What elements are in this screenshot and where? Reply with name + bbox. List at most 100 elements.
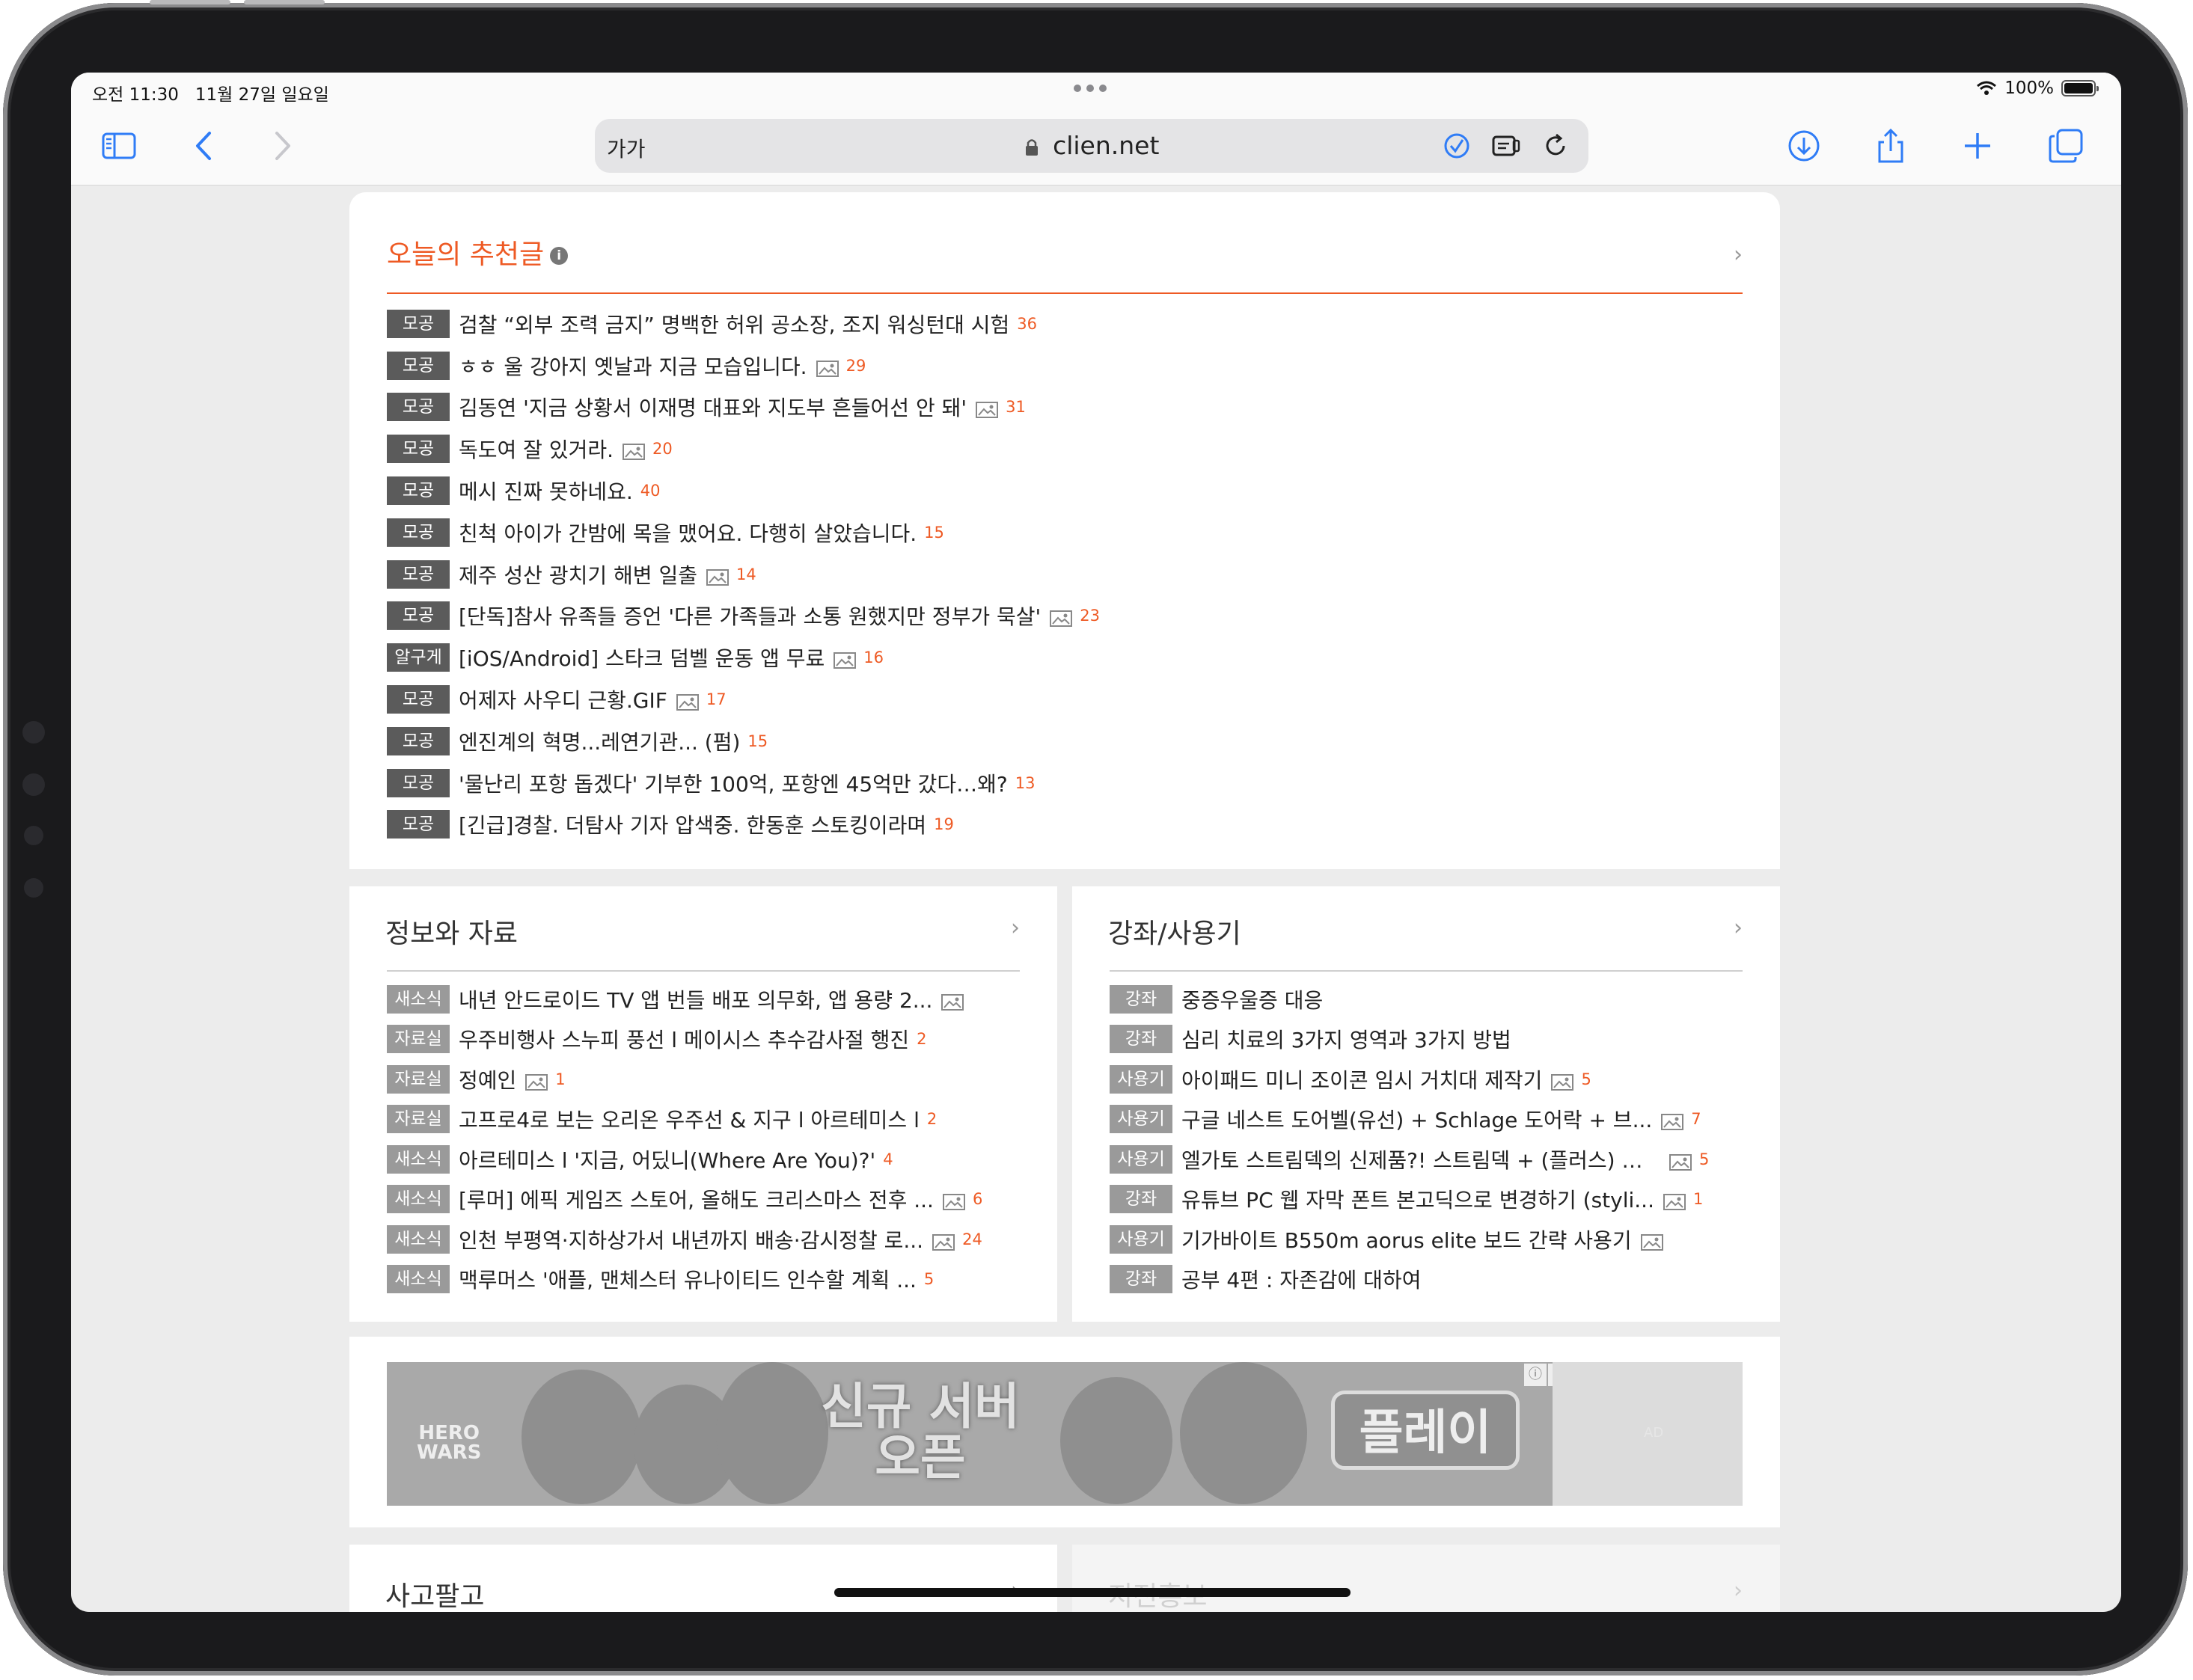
recommended-title-wrap[interactable]: 오늘의 추천글 i <box>387 233 569 272</box>
list-item[interactable]: 모공 [긴급]경찰. 더탐사 기자 압색중. 한동훈 스토킹이라며 19 <box>387 804 1100 846</box>
ad-close-icon[interactable]: ✕ <box>1548 1364 1553 1386</box>
category-tag[interactable]: 강좌 <box>1110 1265 1172 1294</box>
category-tag[interactable]: 강좌 <box>1110 1025 1172 1054</box>
category-tag[interactable]: 자료실 <box>387 1105 450 1134</box>
list-item[interactable]: 모공 [단독]참사 유족들 증언 '다른 가족들과 소통 원했지만 정부가 묵살'… <box>387 595 1100 637</box>
list-item[interactable]: 모공 ㅎㅎ 울 강아지 옛날과 지금 모습입니다. 29 <box>387 345 1100 387</box>
post-title-link[interactable]: 인천 부평역·지하상가서 내년까지 배송·감시정찰 로... <box>459 1224 923 1254</box>
ad-play-button[interactable]: 플레이 <box>1331 1391 1520 1470</box>
chevron-right-icon[interactable]: › <box>1734 1578 1743 1604</box>
lecture-section-title[interactable]: 강좌/사용기 <box>1108 912 1241 951</box>
category-tag[interactable]: 새소식 <box>387 1144 450 1174</box>
list-item[interactable]: 모공 엔진계의 혁명...레연기관... (펌) 15 <box>387 720 1100 762</box>
info-section-title[interactable]: 정보와 자료 <box>385 912 518 951</box>
category-tag[interactable]: 알구게 <box>387 643 450 672</box>
list-item[interactable]: 강좌 유튜브 PC 웹 자막 폰트 본고딕으로 변경하기 (styli... 1 <box>1110 1180 1709 1220</box>
category-tag[interactable]: 모공 <box>387 476 450 506</box>
list-item[interactable]: 모공 어제자 사우디 근황.GIF 17 <box>387 678 1100 720</box>
tabs-icon[interactable] <box>2043 123 2088 168</box>
list-item[interactable]: 강좌 공부 4편 : 자존감에 대하여 <box>1110 1260 1709 1300</box>
category-tag[interactable]: 모공 <box>387 601 450 631</box>
category-tag[interactable]: 자료실 <box>387 1064 450 1094</box>
list-item[interactable]: 모공 김동연 '지금 상황서 이재명 대표와 지도부 흔들어선 안 돼' 31 <box>387 387 1100 429</box>
back-icon[interactable] <box>182 123 227 168</box>
post-title-link[interactable]: 중증우울증 대응 <box>1181 984 1323 1014</box>
post-title-link[interactable]: [루머] 에픽 게임즈 스토어, 올해도 크리스마스 전후 ... <box>459 1184 934 1214</box>
chevron-right-icon[interactable]: › <box>1734 242 1743 268</box>
post-title-link[interactable]: 김동연 '지금 상황서 이재명 대표와 지도부 흔들어선 안 돼' <box>459 392 967 422</box>
list-item[interactable]: 사용기 기가바이트 B550m aorus elite 보드 간략 사용기 <box>1110 1219 1709 1260</box>
list-item[interactable]: 자료실 정예인 1 <box>387 1059 982 1100</box>
category-tag[interactable]: 새소식 <box>387 1265 450 1294</box>
post-title-link[interactable]: 메시 진짜 못하네요. <box>459 476 633 506</box>
chevron-right-icon[interactable]: › <box>1734 915 1743 941</box>
category-tag[interactable]: 모공 <box>387 810 450 839</box>
sidebar-icon[interactable] <box>97 123 141 168</box>
category-tag[interactable]: 새소식 <box>387 1185 450 1214</box>
list-item[interactable]: 사용기 구글 네스트 도어벨(유선) + Schlage 도어락 + 브... 7 <box>1110 1100 1709 1140</box>
extension-icon[interactable] <box>1440 129 1473 162</box>
category-tag[interactable]: 사용기 <box>1110 1224 1172 1254</box>
post-title-link[interactable]: 아이패드 미니 조이콘 임시 거치대 제작기 <box>1181 1064 1542 1094</box>
category-tag[interactable]: 강좌 <box>1110 1185 1172 1214</box>
category-tag[interactable]: 모공 <box>387 309 450 338</box>
post-title-link[interactable]: [단독]참사 유족들 증언 '다른 가족들과 소통 원했지만 정부가 묵살' <box>459 601 1041 631</box>
list-item[interactable]: 강좌 중증우울증 대응 <box>1110 979 1709 1020</box>
post-title-link[interactable]: 아르테미스 l '지금, 어딨니(Where Are You)?' <box>459 1144 875 1174</box>
list-item[interactable]: 새소식 맥루머스 '애플, 맨체스터 유나이티드 인수할 계획 ... 5 <box>387 1260 982 1300</box>
post-title-link[interactable]: 독도여 잘 있거라. <box>459 434 614 464</box>
list-item[interactable]: 모공 메시 진짜 못하네요. 40 <box>387 470 1100 512</box>
forward-icon[interactable] <box>260 123 305 168</box>
list-item[interactable]: 모공 독도여 잘 있거라. 20 <box>387 428 1100 470</box>
category-tag[interactable]: 사용기 <box>1110 1064 1172 1094</box>
post-title-link[interactable]: 우주비행사 스누피 풍선 l 메이시스 추수감사절 행진 <box>459 1024 909 1054</box>
post-title-link[interactable]: 공부 4편 : 자존감에 대하여 <box>1181 1264 1421 1294</box>
category-tag[interactable]: 사용기 <box>1110 1144 1172 1174</box>
post-title-link[interactable]: 어제자 사우디 근황.GIF <box>459 684 667 714</box>
post-title-link[interactable]: 엔진계의 혁명...레연기관... (펌) <box>459 726 740 756</box>
ad-info-icon[interactable]: ⓘ <box>1524 1364 1547 1386</box>
post-title-link[interactable]: 심리 치료의 3가지 영역과 3가지 방법 <box>1181 1024 1511 1054</box>
market-section-title[interactable]: 사고팔고 <box>385 1575 484 1612</box>
list-item[interactable]: 자료실 고프로4로 보는 오리온 우주선 & 지구 l 아르테미스 l 2 <box>387 1100 982 1140</box>
post-title-link[interactable]: 유튜브 PC 웹 자막 폰트 본고딕으로 변경하기 (styli... <box>1181 1184 1654 1214</box>
post-title-link[interactable]: 친척 아이가 간밤에 목을 맸어요. 다행히 살았습니다. <box>459 518 917 548</box>
address-bar[interactable]: 가가 clien.net <box>595 119 1588 173</box>
category-tag[interactable]: 사용기 <box>1110 1105 1172 1134</box>
category-tag[interactable]: 새소식 <box>387 984 450 1014</box>
list-item[interactable]: 사용기 아이패드 미니 조이콘 임시 거치대 제작기 5 <box>1110 1059 1709 1100</box>
reader-icon[interactable] <box>1490 129 1523 162</box>
list-item[interactable]: 모공 검찰 “외부 조력 금지” 명백한 허위 공소장, 조지 워싱턴대 시험 36 <box>387 303 1100 345</box>
category-tag[interactable]: 자료실 <box>387 1025 450 1054</box>
post-title-link[interactable]: 맥루머스 '애플, 맨체스터 유나이티드 인수할 계획 ... <box>459 1264 917 1294</box>
recommended-title[interactable]: 오늘의 추천글 <box>387 239 544 270</box>
list-item[interactable]: 새소식 아르테미스 l '지금, 어딨니(Where Are You)?' 4 <box>387 1139 982 1180</box>
category-tag[interactable]: 새소식 <box>387 1224 450 1254</box>
multitask-dots[interactable] <box>1074 85 1107 92</box>
home-indicator[interactable] <box>834 1588 1351 1597</box>
ad-banner[interactable]: HERO WARS 신규 서버 오픈 플레이 ⓘ ✕ AD <box>387 1362 1743 1506</box>
category-tag[interactable]: 강좌 <box>1110 984 1172 1014</box>
info-icon[interactable]: i <box>550 247 569 265</box>
list-item[interactable]: 새소식 [루머] 에픽 게임즈 스토어, 올해도 크리스마스 전후 ... 6 <box>387 1180 982 1220</box>
post-title-link[interactable]: [iOS/Android] 스타크 덤벨 운동 앱 무료 <box>459 643 825 672</box>
reload-icon[interactable] <box>1539 129 1572 162</box>
category-tag[interactable]: 모공 <box>387 685 450 714</box>
list-item[interactable]: 강좌 심리 치료의 3가지 영역과 3가지 방법 <box>1110 1020 1709 1060</box>
post-title-link[interactable]: 기가바이트 B550m aorus elite 보드 간략 사용기 <box>1181 1224 1632 1254</box>
category-tag[interactable]: 모공 <box>387 393 450 422</box>
category-tag[interactable]: 모공 <box>387 726 450 755</box>
post-title-link[interactable]: ㅎㅎ 울 강아지 옛날과 지금 모습입니다. <box>459 351 807 381</box>
post-title-link[interactable]: 검찰 “외부 조력 금지” 명백한 허위 공소장, 조지 워싱턴대 시험 <box>459 309 1009 339</box>
list-item[interactable]: 알구게 [iOS/Android] 스타크 덤벨 운동 앱 무료 16 <box>387 637 1100 678</box>
post-title-link[interactable]: '물난리 포항 돕겠다' 기부한 100억, 포항엔 45억만 갔다…왜? <box>459 768 1008 798</box>
post-title-link[interactable]: 고프로4로 보는 오리온 우주선 & 지구 l 아르테미스 l <box>459 1104 920 1134</box>
download-icon[interactable] <box>1781 123 1826 168</box>
post-title-link[interactable]: 구글 네스트 도어벨(유선) + Schlage 도어락 + 브... <box>1181 1104 1652 1134</box>
post-title-link[interactable]: [긴급]경찰. 더탐사 기자 압색중. 한동훈 스토킹이라며 <box>459 809 926 839</box>
list-item[interactable]: 사용기 엘가토 스트림덱의 신제품?! 스트림덱 + (플러스) 간... 5 <box>1110 1139 1709 1180</box>
post-title-link[interactable]: 내년 안드로이드 TV 앱 번들 배포 의무화, 앱 용량 2... <box>459 984 932 1014</box>
category-tag[interactable]: 모공 <box>387 768 450 797</box>
list-item[interactable]: 새소식 내년 안드로이드 TV 앱 번들 배포 의무화, 앱 용량 2... <box>387 979 982 1020</box>
post-title-link[interactable]: 정예인 <box>459 1064 516 1094</box>
